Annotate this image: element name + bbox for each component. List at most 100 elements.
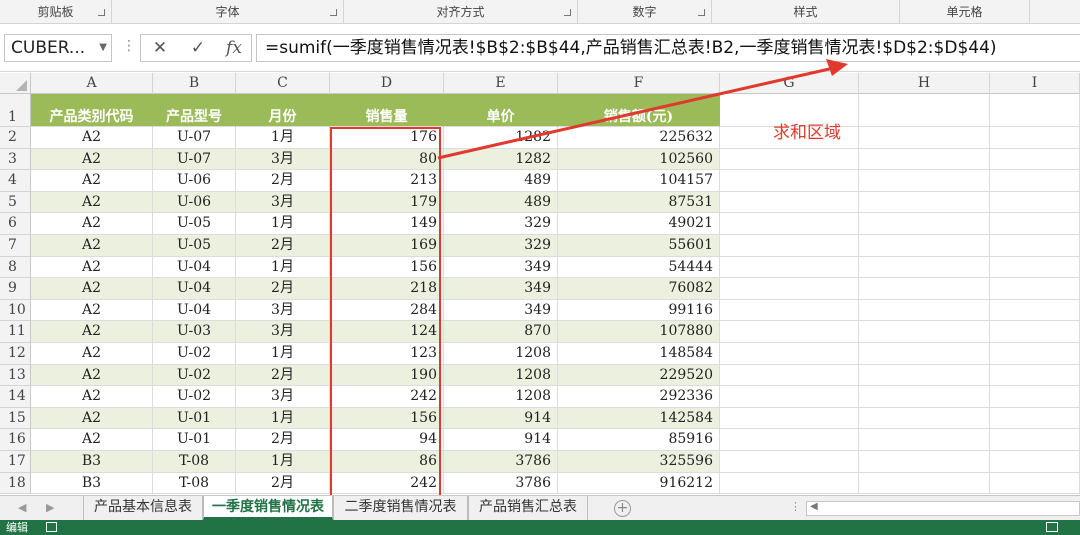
cell-f[interactable]: 99116 <box>558 299 720 322</box>
empty-cell[interactable] <box>720 256 859 279</box>
row-header[interactable]: 16 <box>0 429 31 451</box>
cell-e[interactable]: 870 <box>444 321 558 343</box>
cell-b[interactable]: U-05 <box>153 213 236 235</box>
empty-cell[interactable] <box>990 364 1080 387</box>
empty-cell[interactable] <box>990 429 1080 451</box>
row-header[interactable]: 18 <box>0 472 31 495</box>
cell-f[interactable]: 49021 <box>558 213 720 235</box>
empty-cell[interactable] <box>990 213 1080 235</box>
row-header[interactable]: 14 <box>0 386 31 408</box>
empty-cell[interactable] <box>859 364 990 387</box>
column-header-f[interactable]: F <box>558 73 720 94</box>
cell-b[interactable]: U-02 <box>153 364 236 387</box>
cell-f[interactable]: 225632 <box>558 127 720 149</box>
next-sheet-icon[interactable]: ▶ <box>46 501 54 514</box>
column-header-h[interactable]: H <box>859 73 990 94</box>
cell-b[interactable]: U-05 <box>153 235 236 257</box>
cell-a[interactable]: A2 <box>31 364 153 387</box>
empty-cell[interactable] <box>859 429 990 451</box>
empty-cell[interactable] <box>720 148 859 171</box>
empty-cell[interactable] <box>859 94 990 127</box>
cell-a[interactable]: B3 <box>31 451 153 473</box>
empty-cell[interactable] <box>859 213 990 235</box>
cell-e[interactable]: 349 <box>444 256 558 279</box>
cell-e[interactable]: 914 <box>444 407 558 430</box>
empty-cell[interactable] <box>859 191 990 214</box>
row-header[interactable]: 3 <box>0 148 31 171</box>
empty-cell[interactable] <box>990 451 1080 473</box>
empty-cell[interactable] <box>720 278 859 300</box>
row-header[interactable]: 7 <box>0 235 31 257</box>
cell-f[interactable]: 325596 <box>558 451 720 473</box>
cell-b[interactable]: U-04 <box>153 299 236 322</box>
empty-cell[interactable] <box>859 278 990 300</box>
tab-sales-summary[interactable]: 产品销售汇总表 <box>468 496 588 520</box>
header-cell-f[interactable]: 销售额(元) <box>558 94 720 127</box>
cell-b[interactable]: U-02 <box>153 386 236 408</box>
cell-a[interactable]: A2 <box>31 321 153 343</box>
cell-e[interactable]: 1208 <box>444 364 558 387</box>
empty-cell[interactable] <box>990 170 1080 192</box>
tab-product-info[interactable]: 产品基本信息表 <box>83 496 203 520</box>
empty-cell[interactable] <box>720 451 859 473</box>
ribbon-group-number[interactable]: 数字 <box>578 0 712 24</box>
empty-cell[interactable] <box>990 407 1080 430</box>
header-cell-b[interactable]: 产品型号 <box>153 94 236 127</box>
cell-e[interactable]: 1208 <box>444 386 558 408</box>
empty-cell[interactable] <box>720 299 859 322</box>
cell-a[interactable]: A2 <box>31 170 153 192</box>
column-header-d[interactable]: D <box>330 73 444 94</box>
cell-c[interactable]: 3月 <box>236 299 330 322</box>
header-cell-e[interactable]: 单价 <box>444 94 558 127</box>
cell-f[interactable]: 54444 <box>558 256 720 279</box>
cell-e[interactable]: 349 <box>444 278 558 300</box>
horizontal-scrollbar[interactable]: ◀ <box>806 501 1080 516</box>
cell-b[interactable]: T-08 <box>153 472 236 495</box>
empty-cell[interactable] <box>859 235 990 257</box>
empty-cell[interactable] <box>720 321 859 343</box>
empty-cell[interactable] <box>990 94 1080 127</box>
empty-cell[interactable] <box>990 299 1080 322</box>
row-header[interactable]: 2 <box>0 127 31 149</box>
cell-a[interactable]: A2 <box>31 235 153 257</box>
empty-cell[interactable] <box>859 170 990 192</box>
cell-f[interactable]: 107880 <box>558 321 720 343</box>
header-cell-a[interactable]: 产品类别代码 <box>31 94 153 127</box>
formula-input[interactable]: =sumif(一季度销售情况表!$B$2:$B$44,产品销售汇总表!B2,一季… <box>256 34 1080 62</box>
cell-f[interactable]: 104157 <box>558 170 720 192</box>
column-header-a[interactable]: A <box>31 73 153 94</box>
cell-b[interactable]: U-07 <box>153 148 236 171</box>
empty-cell[interactable] <box>859 321 990 343</box>
cell-c[interactable]: 1月 <box>236 213 330 235</box>
column-header-g[interactable]: G <box>720 73 859 94</box>
row-header[interactable]: 5 <box>0 191 31 214</box>
empty-cell[interactable] <box>720 407 859 430</box>
column-header-i[interactable]: I <box>990 73 1080 94</box>
dialog-launcher-icon[interactable] <box>98 9 105 16</box>
cell-b[interactable]: U-04 <box>153 256 236 279</box>
empty-cell[interactable] <box>720 364 859 387</box>
cell-e[interactable]: 3786 <box>444 472 558 495</box>
cell-c[interactable]: 1月 <box>236 407 330 430</box>
cell-b[interactable]: T-08 <box>153 451 236 473</box>
empty-cell[interactable] <box>990 386 1080 408</box>
cell-b[interactable]: U-06 <box>153 191 236 214</box>
cell-a[interactable]: A2 <box>31 127 153 149</box>
cell-a[interactable]: A2 <box>31 407 153 430</box>
row-header[interactable]: 6 <box>0 213 31 235</box>
cell-c[interactable]: 2月 <box>236 170 330 192</box>
header-cell-c[interactable]: 月份 <box>236 94 330 127</box>
add-sheet-icon[interactable]: + <box>614 500 631 517</box>
cell-b[interactable]: U-01 <box>153 429 236 451</box>
cell-a[interactable]: B3 <box>31 472 153 495</box>
cell-c[interactable]: 2月 <box>236 472 330 495</box>
empty-cell[interactable] <box>720 213 859 235</box>
cell-c[interactable]: 1月 <box>236 343 330 365</box>
cell-f[interactable]: 55601 <box>558 235 720 257</box>
cell-c[interactable]: 3月 <box>236 148 330 171</box>
empty-cell[interactable] <box>990 278 1080 300</box>
cell-e[interactable]: 489 <box>444 191 558 214</box>
empty-cell[interactable] <box>859 256 990 279</box>
empty-cell[interactable] <box>859 127 990 149</box>
cell-c[interactable]: 3月 <box>236 191 330 214</box>
